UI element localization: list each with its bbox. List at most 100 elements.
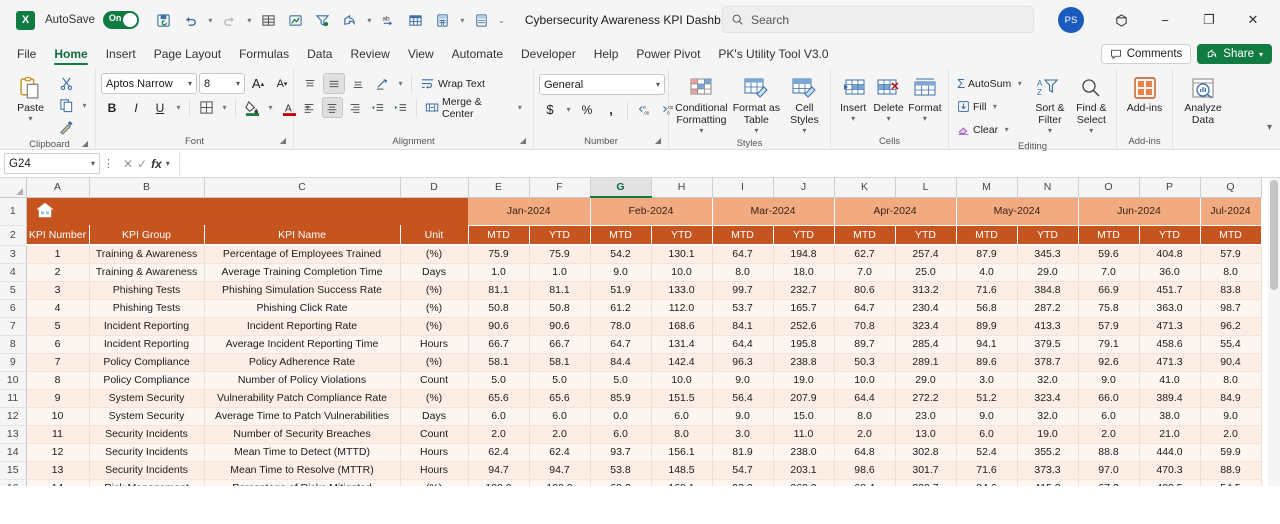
- cell-value[interactable]: 94.7: [529, 461, 591, 480]
- cell-unit[interactable]: (%): [400, 245, 469, 264]
- row-header[interactable]: 8: [0, 335, 27, 354]
- cell-kpi-number[interactable]: 11: [26, 425, 90, 444]
- cell-unit[interactable]: Count: [400, 371, 469, 390]
- bold-button[interactable]: B: [101, 97, 123, 118]
- cell-value[interactable]: 156.1: [651, 443, 713, 462]
- table-icon[interactable]: [256, 7, 282, 33]
- cell-kpi-number[interactable]: 13: [26, 461, 90, 480]
- tab-file[interactable]: File: [8, 44, 45, 66]
- currency-format-button[interactable]: $: [539, 99, 561, 120]
- cell-value[interactable]: 148.5: [651, 461, 713, 480]
- cell-kpi-name[interactable]: Mean Time to Resolve (MTTR): [204, 461, 401, 480]
- customize-qat-icon[interactable]: ⌄: [496, 16, 507, 25]
- fill-dropdown-icon[interactable]: ▾: [989, 102, 1000, 111]
- formula-input[interactable]: [178, 152, 1276, 175]
- italic-button[interactable]: I: [125, 97, 147, 118]
- cell-unit[interactable]: Hours: [400, 461, 469, 480]
- save-icon[interactable]: [151, 7, 177, 33]
- autosave-toggle[interactable]: On: [102, 11, 139, 29]
- cell-value[interactable]: 25.0: [895, 263, 957, 282]
- cell-value[interactable]: 70.8: [834, 317, 896, 336]
- underline-dropdown-icon[interactable]: ▾: [173, 103, 184, 112]
- column-header-J[interactable]: J: [773, 178, 835, 198]
- row-header[interactable]: 14: [0, 443, 27, 462]
- cell-unit[interactable]: (%): [400, 353, 469, 372]
- cell-value[interactable]: 88.8: [1078, 443, 1140, 462]
- cell-value[interactable]: 64.7: [590, 335, 652, 354]
- cell-value[interactable]: 230.4: [895, 299, 957, 318]
- cell-unit[interactable]: (%): [400, 389, 469, 408]
- cell-value[interactable]: 84.6: [956, 479, 1018, 486]
- align-center-button[interactable]: [321, 97, 343, 118]
- cell-value[interactable]: 8.0: [712, 263, 774, 282]
- cell-value[interactable]: 87.9: [956, 245, 1018, 264]
- row-header[interactable]: 10: [0, 371, 27, 390]
- cell-value[interactable]: 41.0: [1139, 371, 1201, 390]
- cell-value[interactable]: 8.0: [651, 425, 713, 444]
- cell-value[interactable]: 50.8: [529, 299, 591, 318]
- align-top-button[interactable]: [299, 73, 321, 94]
- column-header-Q[interactable]: Q: [1200, 178, 1262, 198]
- borders-button[interactable]: [195, 97, 217, 118]
- cell-value[interactable]: 10.0: [834, 371, 896, 390]
- cell-value[interactable]: 9.0: [956, 407, 1018, 426]
- cell-value[interactable]: 81.1: [468, 281, 530, 300]
- column-header-I[interactable]: I: [712, 178, 774, 198]
- close-button[interactable]: ✕: [1232, 4, 1274, 36]
- cell-value[interactable]: 415.3: [1017, 479, 1079, 486]
- undo-dropdown-icon[interactable]: ▾: [205, 16, 216, 25]
- cell-value[interactable]: 68.4: [834, 479, 896, 486]
- cell-value[interactable]: 323.4: [895, 317, 957, 336]
- cell-kpi-group[interactable]: System Security: [89, 389, 205, 408]
- row-header[interactable]: 6: [0, 299, 27, 318]
- share-button[interactable]: Share ▾: [1197, 44, 1272, 64]
- cell-value[interactable]: 62.7: [834, 245, 896, 264]
- spelling-icon[interactable]: ab: [376, 7, 402, 33]
- cell-value[interactable]: 313.2: [895, 281, 957, 300]
- cell-value[interactable]: 50.3: [834, 353, 896, 372]
- share-dropdown-icon[interactable]: ▾: [1259, 50, 1263, 59]
- cell-value[interactable]: 289.1: [895, 353, 957, 372]
- cell-value[interactable]: 96.3: [712, 353, 774, 372]
- column-header-G[interactable]: G: [590, 178, 652, 198]
- undo-icon[interactable]: [178, 7, 204, 33]
- conditional-formatting-dropdown-icon[interactable]: ▾: [699, 126, 703, 135]
- cell-value[interactable]: 64.7: [712, 245, 774, 264]
- fill-button[interactable]: Fill ▾: [954, 96, 1028, 117]
- cell-value[interactable]: 2.0: [529, 425, 591, 444]
- cell-unit[interactable]: Days: [400, 263, 469, 282]
- cell-kpi-group[interactable]: Policy Compliance: [89, 353, 205, 372]
- cell-value[interactable]: 6.0: [590, 425, 652, 444]
- cell-value[interactable]: 131.4: [651, 335, 713, 354]
- cell-value[interactable]: 151.5: [651, 389, 713, 408]
- cell-value[interactable]: 56.8: [956, 299, 1018, 318]
- cell-value[interactable]: 94.7: [468, 461, 530, 480]
- cell-value[interactable]: 75.8: [1078, 299, 1140, 318]
- cell-value[interactable]: 85.9: [590, 389, 652, 408]
- cell-value[interactable]: 168.6: [651, 317, 713, 336]
- cell-value[interactable]: 169.1: [651, 479, 713, 486]
- cell-value[interactable]: 207.9: [773, 389, 835, 408]
- cell-value[interactable]: 62.4: [529, 443, 591, 462]
- row-header[interactable]: 3: [0, 245, 27, 264]
- cell-value[interactable]: 83.8: [1200, 281, 1262, 300]
- cell-value[interactable]: 4.0: [956, 263, 1018, 282]
- cell-unit[interactable]: Hours: [400, 443, 469, 462]
- cell-value[interactable]: 90.6: [468, 317, 530, 336]
- clear-dropdown-icon[interactable]: ▾: [1001, 125, 1012, 134]
- cell-value[interactable]: 75.9: [529, 245, 591, 264]
- cell-kpi-group[interactable]: Security Incidents: [89, 425, 205, 444]
- decrease-indent-button[interactable]: [367, 97, 388, 118]
- cell-value[interactable]: 0.0: [590, 407, 652, 426]
- cell-value[interactable]: 165.7: [773, 299, 835, 318]
- copy-button[interactable]: [55, 95, 77, 116]
- currency-dropdown-icon[interactable]: ▾: [563, 105, 574, 114]
- cell-value[interactable]: 59.9: [1200, 443, 1262, 462]
- name-box-menu-icon[interactable]: ⋮: [103, 157, 114, 170]
- cell-kpi-group[interactable]: Training & Awareness: [89, 245, 205, 264]
- cell-styles-button[interactable]: Cell Styles ▾: [784, 72, 825, 137]
- ribbon-display-options-icon[interactable]: [1100, 4, 1142, 36]
- cell-value[interactable]: 470.3: [1139, 461, 1201, 480]
- cell-value[interactable]: 330.7: [895, 479, 957, 486]
- cell-value[interactable]: 378.7: [1017, 353, 1079, 372]
